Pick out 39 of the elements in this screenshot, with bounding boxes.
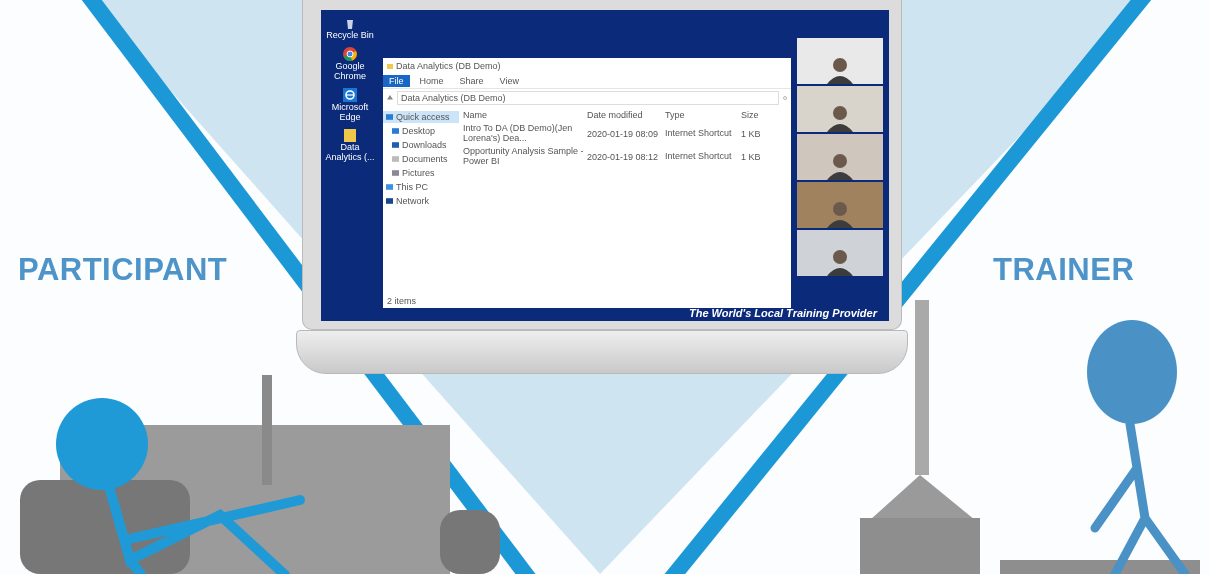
column-header[interactable]: Size: [741, 110, 767, 120]
ribbon-tab[interactable]: Share: [453, 75, 490, 87]
folder-icon: [387, 63, 393, 69]
address-bar[interactable]: Data Analytics (DB Demo): [397, 91, 779, 105]
desktop-icon-label[interactable]: Recycle Bin: [326, 31, 374, 41]
desktop-icon-label[interactable]: Google Chrome: [323, 61, 377, 82]
caption-text: The World's Local Training Provider: [688, 307, 877, 319]
nav-item[interactable]: Documents: [383, 153, 459, 165]
file-size: 1 KB: [741, 128, 762, 139]
up-arrow-icon[interactable]: [387, 95, 393, 101]
desktop-icon-label[interactable]: Microsoft Edge: [323, 102, 377, 123]
nav-item[interactable]: Quick access: [383, 111, 459, 123]
folder-icon: [344, 128, 356, 143]
ribbon-tab[interactable]: File: [383, 75, 410, 87]
trainer-label: TRAINER: [993, 252, 1135, 288]
browser-icon: [343, 87, 357, 102]
nav-item[interactable]: Downloads: [383, 139, 459, 151]
column-header[interactable]: Name: [463, 110, 585, 120]
status-text: 2 items: [387, 296, 416, 306]
nav-item[interactable]: Network: [383, 195, 459, 207]
file-date: 2020-01-19 08:12: [587, 151, 660, 162]
nav-item[interactable]: Desktop: [383, 125, 459, 137]
window-title: Data Analytics (DB Demo): [396, 61, 501, 71]
file-name[interactable]: Opportunity Analysis Sample - Power BI: [463, 146, 585, 167]
file-size: 1 KB: [741, 151, 762, 162]
participant-label: PARTICIPANT: [18, 252, 228, 288]
nav-item[interactable]: This PC: [383, 181, 459, 193]
ribbon-tab[interactable]: Home: [413, 75, 450, 87]
column-header[interactable]: Type: [665, 110, 739, 120]
browser-icon: [343, 46, 357, 61]
nav-item[interactable]: Pictures: [383, 167, 459, 179]
ribbon-tab[interactable]: View: [493, 75, 525, 87]
file-type: Internet Shortcut: [665, 151, 733, 162]
file-type: Internet Shortcut: [665, 128, 733, 139]
file-date: 2020-01-19 08:09: [587, 128, 660, 139]
column-header[interactable]: Date modified: [587, 110, 663, 120]
desktop-icon-label[interactable]: Data Analytics (...: [323, 143, 377, 164]
recycle-bin-icon: [344, 18, 356, 30]
file-name[interactable]: Intro To DA (DB Demo)(Jen Lorena's) Dea...: [463, 124, 585, 144]
